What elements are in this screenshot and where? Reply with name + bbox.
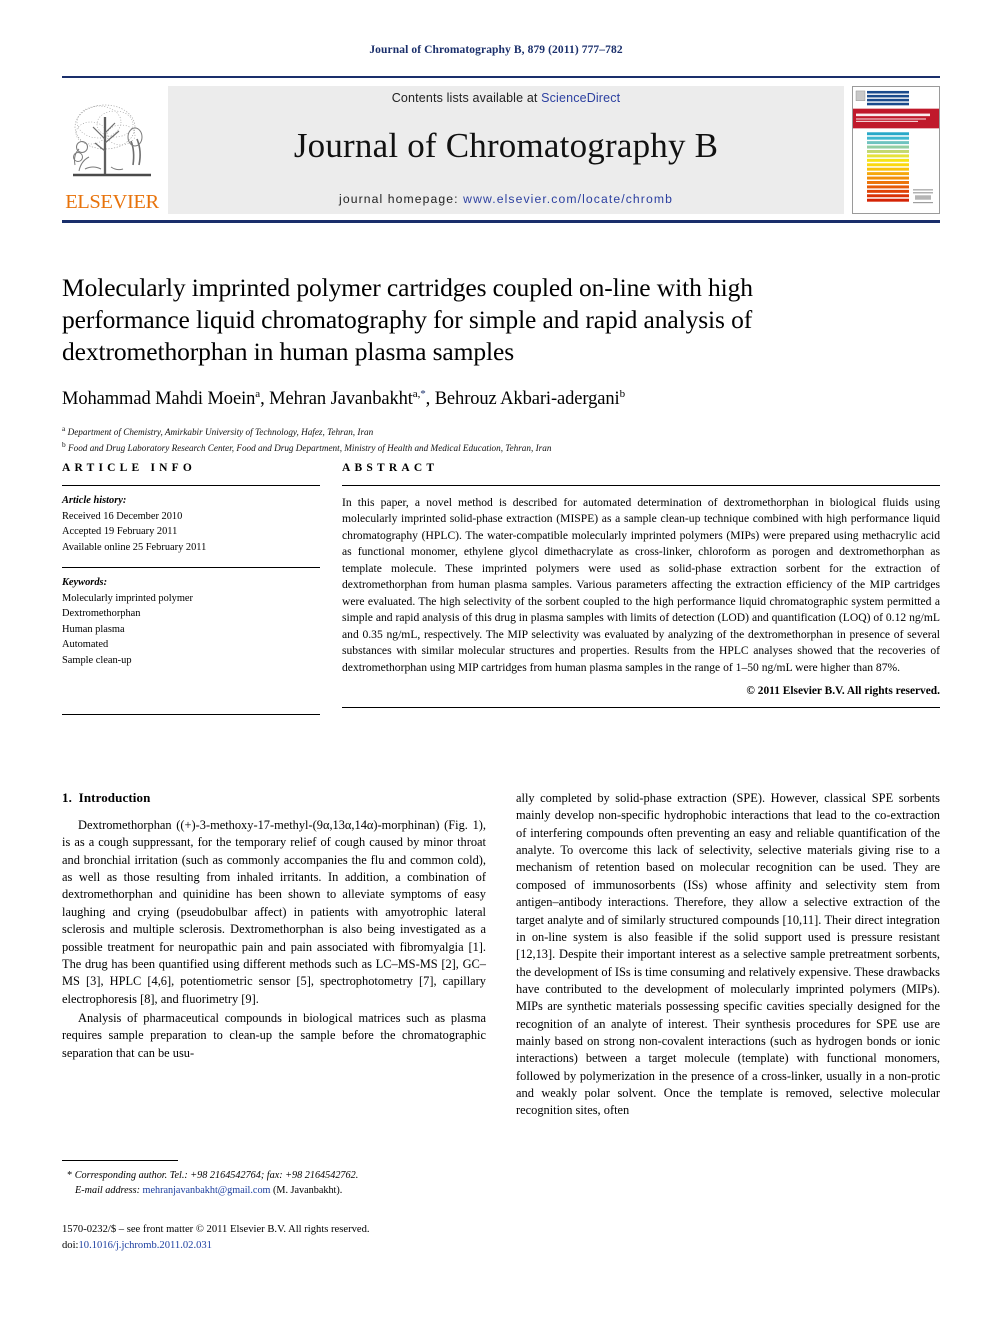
keywords-rule (62, 567, 320, 568)
abstract-text: In this paper, a novel method is describ… (342, 496, 940, 674)
issn-doi-block: 1570-0232/$ – see front matter © 2011 El… (62, 1222, 502, 1253)
abstract-bottom-rule (342, 706, 940, 708)
intro-paragraph-1: Dextromethorphan ((+)-3-methoxy-17-methy… (62, 818, 486, 1006)
history-accepted: Accepted 19 February 2011 (62, 526, 178, 537)
contents-prefix: Contents lists available at (391, 90, 542, 105)
body-left-column: 1. Introduction Dextromethorphan ((+)-3-… (62, 790, 486, 1122)
running-head: Journal of Chromatography B, 879 (2011) … (369, 44, 623, 56)
abstract-column: ABSTRACT In this paper, a novel method i… (342, 462, 940, 715)
journal-article-page: Journal of Chromatography B, 879 (2011) … (0, 0, 992, 1323)
author-list: Mohammad Mahdi Moeina, Mehran Javanbakht… (62, 388, 625, 410)
body-columns: 1. Introduction Dextromethorphan ((+)-3-… (62, 790, 940, 1122)
footnote-rule (62, 1160, 178, 1161)
elsevier-tree-icon (65, 97, 159, 191)
body-right-column: ally completed by solid-phase extraction… (516, 790, 940, 1122)
affiliation-mark-a: a (62, 423, 66, 433)
masthead-center: Contents lists available at ScienceDirec… (168, 86, 844, 214)
elsevier-logo: ELSEVIER (62, 86, 162, 214)
article-info-heading: ARTICLE INFO (62, 462, 197, 474)
corresponding-author-note: * Corresponding author. Tel.: +98 216454… (62, 1169, 486, 1184)
issn-line: 1570-0232/$ – see front matter © 2011 El… (62, 1224, 370, 1235)
keyword-item: Human plasma (62, 623, 125, 635)
email-label: E-mail address: (75, 1184, 140, 1196)
affiliation-b: b Food and Drug Laboratory Research Cent… (62, 439, 882, 455)
section-title: Introduction (78, 790, 151, 805)
journal-homepage-line: journal homepage: www.elsevier.com/locat… (339, 192, 673, 206)
affiliation-text-a: Department of Chemistry, Amirkabir Unive… (67, 426, 374, 437)
keyword-item: Automated (62, 639, 109, 650)
history-received: Received 16 December 2010 (62, 510, 183, 522)
keyword-item: Molecularly imprinted polymer (62, 592, 194, 604)
journal-cover-thumbnail (852, 86, 940, 214)
journal-title: Journal of Chromatography B (293, 125, 719, 165)
asterisk-icon: * (62, 1170, 73, 1181)
sciencedirect-link[interactable]: ScienceDirect (541, 91, 620, 105)
history-online: Available online 25 February 2011 (62, 541, 207, 553)
affiliation-text-b: Food and Drug Laboratory Research Center… (68, 442, 552, 453)
email-link[interactable]: mehranjavanbakht@gmail.com (143, 1185, 271, 1196)
affiliation-mark-b: b (62, 439, 66, 449)
homepage-prefix: journal homepage: (339, 191, 464, 206)
article-info-column: ARTICLE INFO Article history: Received 1… (62, 462, 320, 715)
info-abstract-region: ARTICLE INFO Article history: Received 1… (62, 462, 940, 715)
article-history-group: Article history: Received 16 December 20… (62, 493, 320, 555)
keyword-item: Sample clean-up (62, 654, 132, 666)
section-number: 1. (62, 790, 72, 805)
keyword-item: Dextromethorphan (62, 608, 141, 619)
intro-paragraph-3: ally completed by solid-phase extraction… (516, 791, 940, 1118)
abstract-copyright: © 2011 Elsevier B.V. All rights reserved… (746, 684, 940, 697)
article-info-rule (62, 485, 320, 486)
section-heading-introduction: 1. Introduction (62, 790, 486, 806)
email-note: E-mail address: mehranjavanbakht@gmail.c… (62, 1184, 486, 1199)
masthead-bottom-rule (62, 220, 940, 223)
abstract-heading: ABSTRACT (342, 462, 439, 474)
contents-list-line: Contents lists available at ScienceDirec… (392, 91, 620, 105)
doi-label: doi: (62, 1239, 79, 1251)
elsevier-wordmark: ELSEVIER (65, 190, 159, 213)
footnote-area: * Corresponding author. Tel.: +98 216454… (62, 1160, 486, 1199)
keywords-label: Keywords: (62, 577, 108, 588)
affiliation-list: a Department of Chemistry, Amirkabir Uni… (62, 423, 882, 456)
email-suffix: (M. Javanbakht). (273, 1184, 343, 1196)
doi-link[interactable]: 10.1016/j.jchromb.2011.02.031 (78, 1240, 212, 1251)
article-history-label: Article history: (62, 495, 127, 506)
homepage-url-link[interactable]: www.elsevier.com/locate/chromb (463, 192, 673, 206)
masthead: ELSEVIER Contents lists available at Sci… (62, 76, 940, 223)
article-info-bottom-rule (62, 714, 320, 715)
affiliation-a: a Department of Chemistry, Amirkabir Uni… (62, 423, 882, 439)
doi-line: doi:10.1016/j.jchromb.2011.02.031 (62, 1238, 502, 1254)
abstract-rule (342, 485, 940, 486)
masthead-top-rule (62, 76, 940, 78)
title-block: Molecularly imprinted polymer cartridges… (62, 272, 882, 455)
corresponding-author-text: Corresponding author. Tel.: +98 21645427… (74, 1170, 359, 1181)
keywords-group: Keywords: Molecularly imprinted polymer … (62, 575, 320, 668)
paper-title: Molecularly imprinted polymer cartridges… (62, 273, 753, 367)
intro-paragraph-2: Analysis of pharmaceutical compounds in … (62, 1010, 486, 1060)
